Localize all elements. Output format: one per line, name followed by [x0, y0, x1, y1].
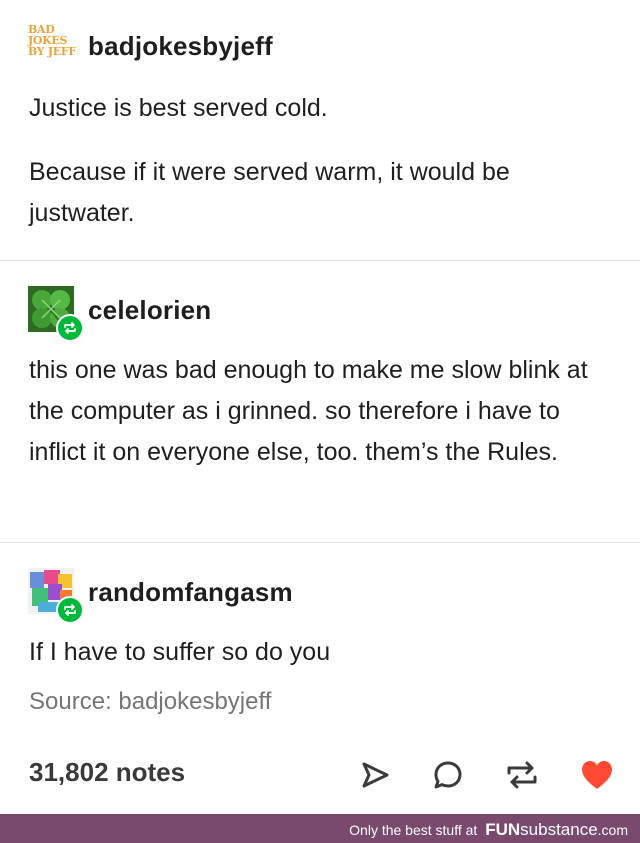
avatar-badjokesbyjeff[interactable]: BAD JOKES BY JEFF — [28, 22, 76, 70]
funsubstance-logo: FUNsubstance.com — [485, 820, 628, 839]
post-paragraph-2: Because if it were served warm, it would… — [29, 158, 510, 227]
post-header-badjokesbyjeff: BAD JOKES BY JEFF badjokesbyjeff — [28, 22, 273, 70]
source-link[interactable]: Source: badjokesbyjeff — [29, 688, 271, 716]
heart-icon — [582, 761, 612, 789]
brand-suffix: .com — [597, 822, 628, 838]
avatar-celelorien[interactable] — [28, 286, 84, 342]
username-randomfangasm[interactable]: randomfangasm — [88, 577, 293, 608]
share-icon — [362, 762, 389, 788]
reply-button[interactable] — [429, 756, 467, 794]
reblog-icon — [64, 322, 76, 334]
reblog-icon — [507, 761, 537, 789]
brand-rest: substance — [520, 820, 598, 839]
watermark-bar: Only the best stuff at FUNsubstance.com — [0, 814, 640, 843]
post-text-2: this one was bad enough to make me slow … — [29, 356, 588, 466]
reblog-icon — [64, 604, 76, 616]
divider — [0, 260, 640, 261]
reply-icon — [434, 761, 462, 789]
post-header-randomfangasm: randomfangasm — [28, 568, 293, 624]
logo-line-3: BY JEFF — [28, 45, 76, 58]
reblog-button[interactable] — [503, 756, 541, 794]
like-button[interactable] — [578, 756, 616, 794]
watermark-text: Only the best stuff at FUNsubstance.com — [349, 820, 628, 840]
post-text-3: If I have to suffer so do you — [29, 638, 331, 666]
brand-bold: FUN — [485, 820, 521, 839]
post-paragraph-1: Justice is best served cold. — [29, 94, 328, 122]
reblog-badge — [56, 596, 84, 624]
watermark-tagline: Only the best stuff at — [349, 822, 478, 838]
avatar-randomfangasm[interactable] — [28, 568, 84, 624]
post-text-1: Justice is best served cold. Because if … — [29, 88, 600, 234]
reblog-badge — [56, 314, 84, 342]
divider — [0, 542, 640, 543]
post-header-celelorien: celelorien — [28, 286, 211, 342]
username-badjokesbyjeff[interactable]: badjokesbyjeff — [88, 31, 273, 62]
share-button[interactable] — [356, 756, 394, 794]
bad-jokes-logo: BAD JOKES BY JEFF — [28, 24, 76, 57]
username-celelorien[interactable]: celelorien — [88, 295, 211, 326]
notes-count[interactable]: 31,802 notes — [29, 757, 185, 788]
